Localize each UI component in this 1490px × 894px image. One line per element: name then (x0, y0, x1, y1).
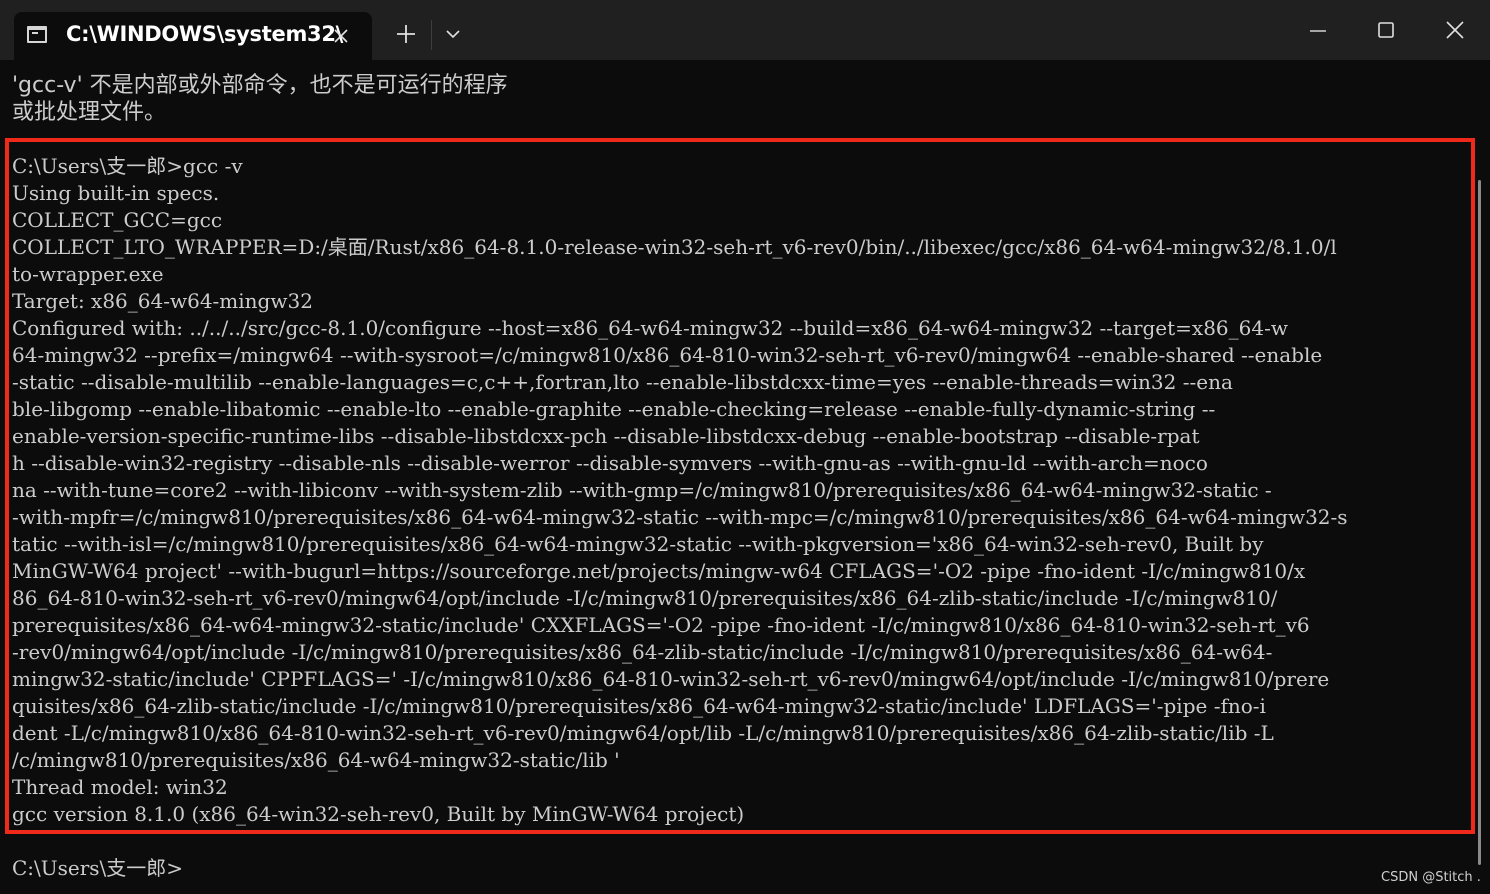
highlight-annotation-box (5, 138, 1475, 834)
new-tab-button[interactable] (386, 14, 426, 54)
maximize-icon (1378, 22, 1394, 38)
scrollbar[interactable] (1478, 180, 1481, 865)
minimize-icon (1310, 30, 1326, 32)
chevron-down-icon (446, 30, 460, 39)
toolbar-divider (431, 20, 432, 50)
minimize-button[interactable] (1298, 10, 1338, 50)
plus-icon (397, 25, 415, 43)
command-prompt[interactable]: C:\Users\支一郎> (12, 855, 183, 882)
watermark: CSDN @Stitch . (1381, 870, 1481, 885)
close-icon (1446, 21, 1464, 39)
close-window-button[interactable] (1435, 10, 1475, 50)
terminal-icon (27, 26, 47, 43)
tab-dropdown-button[interactable] (433, 14, 473, 54)
tab-terminal[interactable]: C:\WINDOWS\system32\ (14, 12, 372, 60)
title-bar: C:\WINDOWS\system32\ (0, 0, 1490, 60)
close-tab-button[interactable] (332, 27, 350, 45)
maximize-button[interactable] (1366, 10, 1406, 50)
error-line: 'gcc-v' 不是内部或外部命令，也不是可运行的程序 (12, 73, 508, 98)
error-line: 或批处理文件。 (12, 100, 167, 125)
close-icon (334, 29, 348, 43)
tab-title: C:\WINDOWS\system32\ (66, 22, 344, 46)
